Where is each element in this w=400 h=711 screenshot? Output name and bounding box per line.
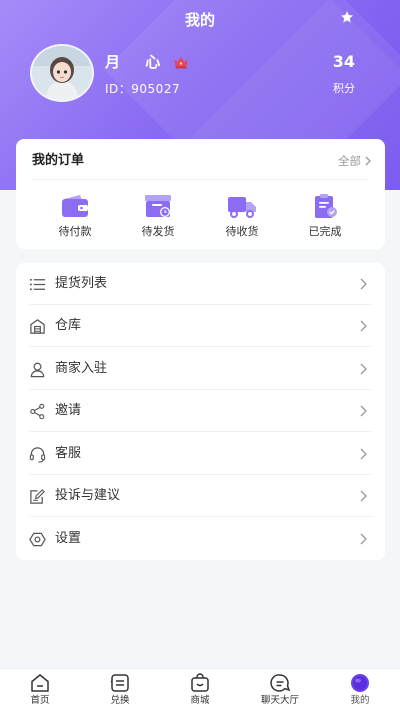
- avatar[interactable]: [30, 44, 94, 102]
- menu-item-warehouse[interactable]: 仓库: [16, 305, 385, 347]
- tab-home[interactable]: 首页: [0, 673, 80, 707]
- order-status-pending-payment[interactable]: 待付款: [40, 193, 110, 239]
- tab-shop[interactable]: 商城: [160, 673, 240, 707]
- order-status-label: 待付款: [58, 225, 92, 238]
- order-status-label: 已完成: [308, 225, 342, 238]
- orders-view-all-link[interactable]: 全部: [338, 152, 371, 170]
- menu-item-settings[interactable]: 设置: [16, 518, 385, 560]
- headset-icon: [29, 447, 46, 463]
- order-status-to-receive[interactable]: 待收货: [207, 193, 277, 239]
- tab-label: 聊天大厅: [260, 695, 299, 706]
- order-status-label: 待收货: [225, 225, 259, 238]
- tab-me[interactable]: 我的: [320, 673, 400, 707]
- truck-icon: [228, 197, 256, 218]
- shop-bag-icon: [191, 673, 209, 692]
- menu-item-pickup-list[interactable]: 提货列表: [16, 263, 385, 305]
- tab-label: 兑换: [110, 695, 130, 706]
- chevron-right-icon: [360, 448, 367, 460]
- share-icon: [30, 403, 45, 420]
- warehouse-icon: [30, 319, 45, 334]
- order-status-label: 待发货: [141, 225, 175, 238]
- tab-label: 我的: [350, 695, 370, 706]
- orders-title: 我的订单: [32, 153, 85, 168]
- points-value[interactable]: 34: [333, 52, 355, 72]
- chat-icon: [270, 674, 291, 692]
- tab-chat-hall[interactable]: 聊天大厅: [240, 673, 320, 707]
- user-icon: [30, 362, 45, 378]
- clipboard-check-icon: [315, 194, 337, 218]
- exchange-icon: [110, 674, 129, 692]
- menu-item-label: 投诉与建议: [55, 488, 121, 503]
- menu-item-label: 设置: [55, 531, 82, 546]
- chevron-right-icon: [360, 278, 367, 290]
- orders-card: 我的订单 全部 待付款 待发货 待收货 已完成: [16, 139, 385, 249]
- menu-item-label: 提货列表: [55, 276, 108, 291]
- username: 月 心: [105, 53, 171, 71]
- menu-item-feedback[interactable]: 投诉与建议: [16, 475, 385, 517]
- chevron-right-icon: [360, 405, 367, 417]
- tab-exchange[interactable]: 兑换: [80, 673, 160, 707]
- chevron-right-icon: [360, 533, 367, 545]
- menu-item-label: 商家入驻: [55, 361, 108, 376]
- settings-icon: [29, 532, 46, 547]
- star-icon[interactable]: [340, 10, 356, 28]
- user-id: ID：905027: [105, 82, 181, 96]
- chevron-right-icon: [365, 156, 371, 166]
- order-status-to-ship[interactable]: 待发货: [123, 193, 193, 239]
- menu-item-merchant-signup[interactable]: 商家入驻: [16, 348, 385, 390]
- order-status-completed[interactable]: 已完成: [290, 193, 360, 239]
- menu-item-label: 仓库: [55, 318, 82, 333]
- menu-item-label: 客服: [55, 446, 82, 461]
- edit-icon: [30, 489, 45, 504]
- wallet-icon: [62, 195, 88, 217]
- chevron-right-icon: [360, 363, 367, 375]
- menu-card: 提货列表 仓库 商家入驻 邀请 客服 投诉与建议 设置: [16, 263, 385, 560]
- list-icon: [29, 278, 46, 291]
- tab-label: 首页: [30, 695, 50, 706]
- points-label: 积分: [333, 82, 355, 95]
- bottom-tab-bar: 首页 兑换 商城 聊天大厅 我的: [0, 668, 400, 711]
- profile-icon: [351, 674, 369, 692]
- orders-view-all-label: 全部: [338, 154, 361, 168]
- tab-label: 商城: [190, 695, 210, 706]
- crown-icon: [172, 53, 190, 71]
- menu-item-label: 邀请: [55, 403, 82, 418]
- divider: [29, 516, 372, 517]
- home-icon: [31, 674, 49, 692]
- divider: [29, 431, 372, 432]
- divider: [29, 346, 372, 347]
- menu-item-invite[interactable]: 邀请: [16, 390, 385, 432]
- divider: [32, 179, 369, 180]
- chevron-right-icon: [360, 320, 367, 332]
- menu-item-customer-service[interactable]: 客服: [16, 433, 385, 475]
- package-clock-icon: [145, 195, 171, 217]
- chevron-right-icon: [360, 490, 367, 502]
